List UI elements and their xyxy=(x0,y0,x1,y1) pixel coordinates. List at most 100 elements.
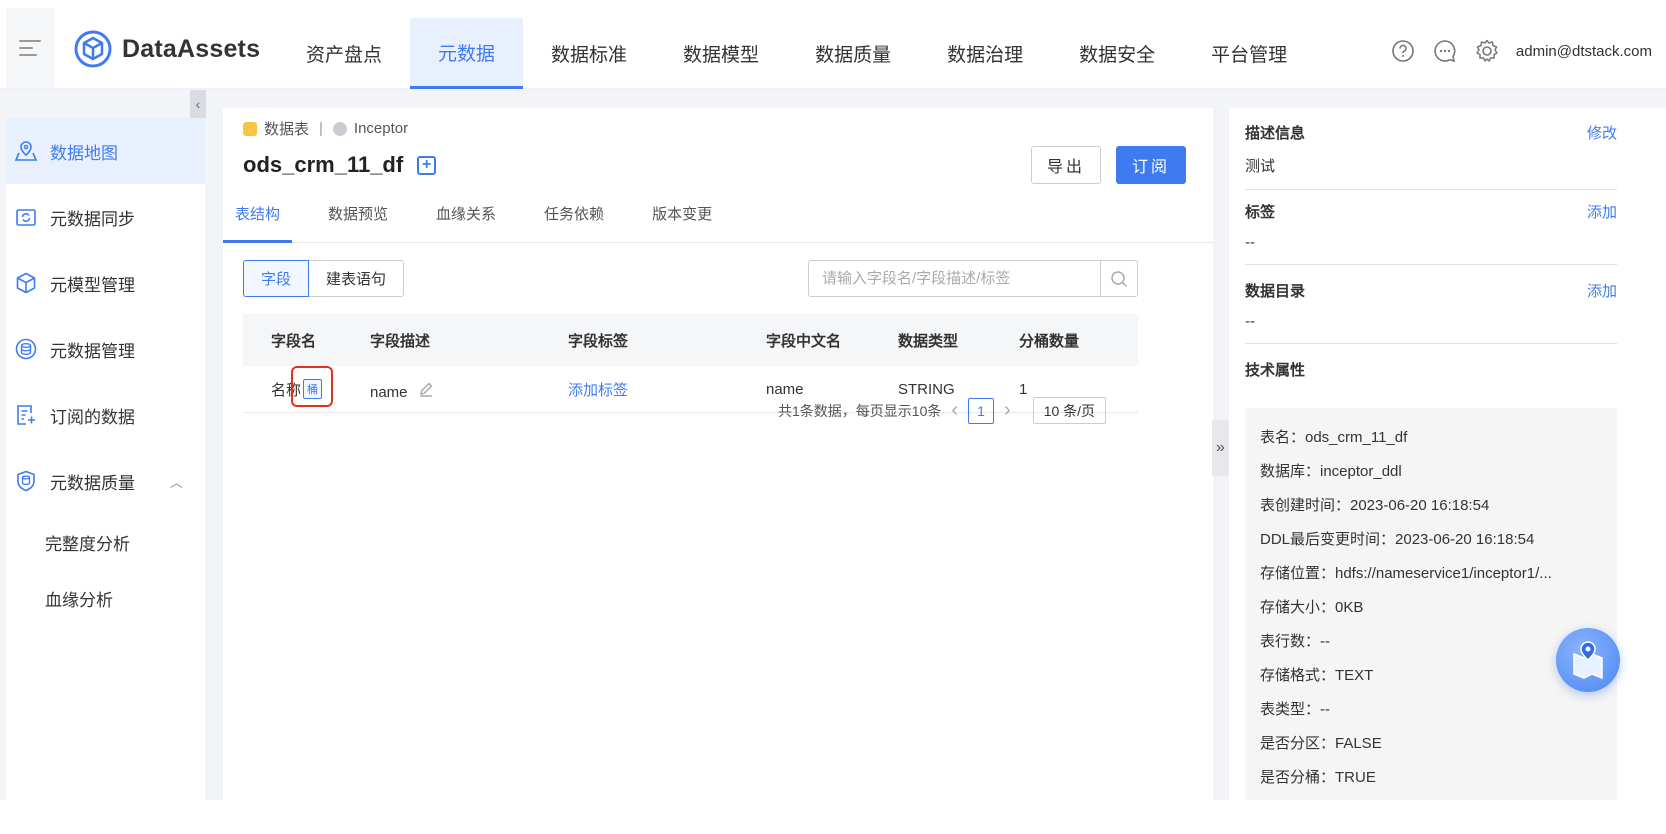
breadcrumb-source: Inceptor xyxy=(353,120,409,137)
tech-prop: 存储格式：TEXT xyxy=(1260,667,1374,684)
tech-title: 技术属性 xyxy=(1245,362,1306,379)
desc-section: 描述信息 修改 测试 xyxy=(1245,122,1617,190)
page-size-select[interactable]: 10 条/页 xyxy=(1032,397,1107,424)
message-icon[interactable] xyxy=(1432,38,1458,64)
pagination: 共1条数据，每页显示10条 ‹ 1 › 10 条/页 xyxy=(778,397,1107,424)
sidebar-item-metadata-quality[interactable]: 元数据质量 ︿ xyxy=(6,448,205,514)
catalog-section: 数据目录 添加 -- xyxy=(1245,280,1617,344)
sidebar-subitem-completeness[interactable]: 完整度分析 xyxy=(6,514,205,570)
cell-field-name: 名称 桶 xyxy=(243,365,370,407)
toggle-ddl[interactable]: 建表语句 xyxy=(309,260,405,297)
pagination-summary: 共1条数据，每页显示10条 xyxy=(778,402,942,419)
sidebar-collapse-button[interactable]: ‹ xyxy=(190,90,206,118)
search-button[interactable] xyxy=(1100,261,1137,296)
col-header-buckets: 分桶数量 xyxy=(1019,332,1080,350)
tech-prop: 是否分桶：TRUE xyxy=(1260,769,1376,786)
quality-icon xyxy=(17,470,35,492)
add-tag-link[interactable]: 添加 xyxy=(1587,201,1617,222)
edit-icon[interactable] xyxy=(418,381,434,397)
cell-type: STRING xyxy=(898,380,955,398)
desc-value: 测试 xyxy=(1245,158,1276,175)
prev-page-icon[interactable]: ‹ xyxy=(951,399,958,422)
view-toggle: 字段 建表语句 xyxy=(243,260,405,297)
detail-tabs: 表结构 数据预览 血缘关系 任务依赖 版本变更 xyxy=(223,205,1213,243)
tab-version-changes[interactable]: 版本变更 xyxy=(640,205,724,243)
col-header-name: 字段名 xyxy=(271,332,317,350)
nav-item-models[interactable]: 数据模型 xyxy=(655,18,787,89)
col-header-tags: 字段标签 xyxy=(568,332,629,350)
sidebar-item-label: 元模型管理 xyxy=(50,275,135,295)
search-input[interactable] xyxy=(809,261,1100,296)
sidebar-item-metadata-mgmt[interactable]: 元数据管理 xyxy=(6,316,205,382)
col-header-desc: 字段描述 xyxy=(370,332,431,350)
chevron-left-icon: ‹ xyxy=(195,96,201,112)
help-icon[interactable] xyxy=(1390,38,1416,64)
subscribe-button[interactable]: 订阅 xyxy=(1116,146,1186,184)
sidebar-subitem-lineage[interactable]: 血缘分析 xyxy=(6,570,205,626)
tab-task-dependency[interactable]: 任务依赖 xyxy=(532,205,616,243)
menu-toggle-button[interactable] xyxy=(6,8,54,88)
export-button[interactable]: 导出 xyxy=(1031,146,1101,184)
add-catalog-link[interactable]: 添加 xyxy=(1587,280,1617,301)
cube-logo-icon xyxy=(74,30,112,68)
tech-prop: 表名：ods_crm_11_df xyxy=(1260,429,1408,446)
sidebar-item-subscribed[interactable]: 订阅的数据 xyxy=(6,382,205,448)
header-actions: admin@dtstack.com xyxy=(1390,38,1652,64)
sidebar-item-metamodel[interactable]: 元模型管理 xyxy=(6,250,205,316)
cell-buckets: 1 xyxy=(1019,380,1028,398)
sidebar-item-metadata-sync[interactable]: 元数据同步 xyxy=(6,184,205,250)
tags-section: 标签 添加 -- xyxy=(1245,201,1617,265)
detail-sidebar: 描述信息 修改 测试 标签 添加 -- 数据目录 添加 -- 技术属性 表名：o… xyxy=(1229,108,1666,800)
tab-preview[interactable]: 数据预览 xyxy=(316,205,400,243)
search-icon xyxy=(1111,270,1128,287)
tech-properties: 表名：ods_crm_11_df 数据库：inceptor_ddl 表创建时间：… xyxy=(1245,408,1617,800)
add-tag-link[interactable]: 添加标签 xyxy=(568,379,766,400)
nav-item-platform[interactable]: 平台管理 xyxy=(1183,18,1315,89)
tech-prop: 数据库：inceptor_ddl xyxy=(1260,463,1402,480)
map-guide-icon xyxy=(1573,641,1603,680)
toggle-fields[interactable]: 字段 xyxy=(243,260,310,297)
nav-item-quality[interactable]: 数据质量 xyxy=(787,18,919,89)
nav-item-governance[interactable]: 数据治理 xyxy=(919,18,1051,89)
cube-icon xyxy=(16,272,36,294)
page-number[interactable]: 1 xyxy=(968,397,995,424)
nav-item-inventory[interactable]: 资产盘点 xyxy=(278,18,410,89)
col-header-cn-name: 字段中文名 xyxy=(766,332,842,350)
main-nav: 资产盘点 元数据 数据标准 数据模型 数据质量 数据治理 数据安全 平台管理 xyxy=(278,18,1315,89)
tech-prop: 表行数：-- xyxy=(1260,633,1330,650)
breadcrumb: 数据表 | Inceptor xyxy=(243,118,408,139)
settings-icon[interactable] xyxy=(1474,38,1500,64)
logo[interactable]: DataAssets xyxy=(74,30,260,68)
catalog-value: -- xyxy=(1245,313,1255,330)
divider xyxy=(1245,264,1617,265)
nav-item-metadata[interactable]: 元数据 xyxy=(410,18,524,89)
tab-lineage[interactable]: 血缘关系 xyxy=(424,205,508,243)
chevron-up-icon[interactable]: ︿ xyxy=(170,472,183,491)
sidebar-item-label: 订阅的数据 xyxy=(50,407,135,427)
tab-structure[interactable]: 表结构 xyxy=(223,205,293,243)
edit-desc-link[interactable]: 修改 xyxy=(1587,122,1617,143)
user-account[interactable]: admin@dtstack.com xyxy=(1516,43,1652,60)
breadcrumb-separator: | xyxy=(319,120,323,137)
right-panel-toggle[interactable]: » xyxy=(1212,420,1229,476)
map-icon xyxy=(14,141,38,161)
field-search xyxy=(808,260,1138,297)
add-icon[interactable]: + xyxy=(417,155,437,175)
nav-item-standards[interactable]: 数据标准 xyxy=(523,18,655,89)
sidebar-item-label: 元数据同步 xyxy=(50,209,135,229)
app: DataAssets 资产盘点 元数据 数据标准 数据模型 数据质量 数据治理 … xyxy=(0,0,1666,800)
cell-field-desc: name xyxy=(370,378,568,401)
sidebar-item-data-map[interactable]: 数据地图 xyxy=(6,118,205,184)
sidebar-item-label: 元数据管理 xyxy=(50,341,135,361)
floating-map-button[interactable] xyxy=(1556,628,1620,692)
tech-prop: 表创建时间：2023-06-20 16:18:54 xyxy=(1260,497,1490,514)
menu-icon xyxy=(19,35,41,61)
tech-prop: 是否分区：FALSE xyxy=(1260,735,1382,752)
subscribe-icon xyxy=(17,405,35,425)
next-page-icon[interactable]: › xyxy=(1004,399,1011,422)
sidebar: 数据地图 元数据同步 元模型管理 元数据管理 订阅的数据 元数据质量 ︿ 完整度… xyxy=(6,118,205,800)
tech-prop: 存储位置：hdfs://nameservice1/inceptor1/... xyxy=(1260,565,1552,582)
nav-item-security[interactable]: 数据安全 xyxy=(1051,18,1183,89)
database-icon xyxy=(15,338,37,360)
tech-prop: DDL最后变更时间：2023-06-20 16:18:54 xyxy=(1260,531,1535,548)
